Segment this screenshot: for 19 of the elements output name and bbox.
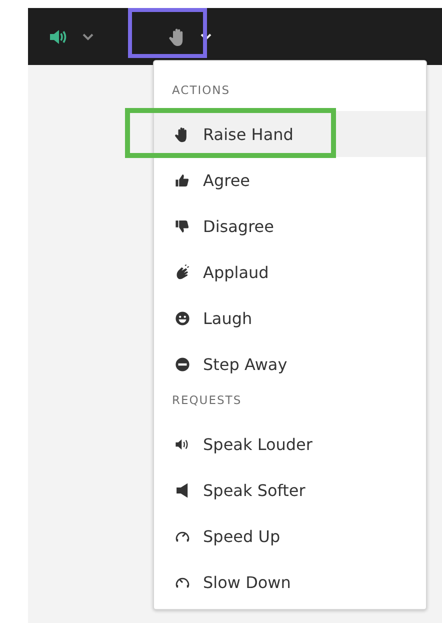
menu-item-icon xyxy=(174,172,191,188)
menu-item-icon xyxy=(174,356,191,372)
menu-item[interactable]: Speak Louder xyxy=(154,421,426,467)
menu-item[interactable]: Raise Hand xyxy=(154,111,426,157)
menu-item[interactable]: Speed Up xyxy=(154,513,426,559)
chevron-icon xyxy=(200,32,212,40)
menu-item-icon xyxy=(174,218,191,234)
menu-item[interactable]: Applaud xyxy=(154,249,426,295)
menu-item[interactable]: Agree xyxy=(154,157,426,203)
chevron-icon xyxy=(82,32,94,40)
menu-item-icon xyxy=(174,264,191,280)
menu-item[interactable]: Speak Softer xyxy=(154,467,426,513)
menu-item[interactable]: Disagree xyxy=(154,203,426,249)
menu-item[interactable]: Step Away xyxy=(154,341,426,387)
section-heading: REQUESTS xyxy=(171,392,243,409)
menu-item-icon xyxy=(174,310,191,326)
section-heading: ACTIONS xyxy=(171,82,232,99)
menu-item[interactable]: Laugh xyxy=(154,295,426,341)
menu-item[interactable]: Slow Down xyxy=(154,559,426,605)
